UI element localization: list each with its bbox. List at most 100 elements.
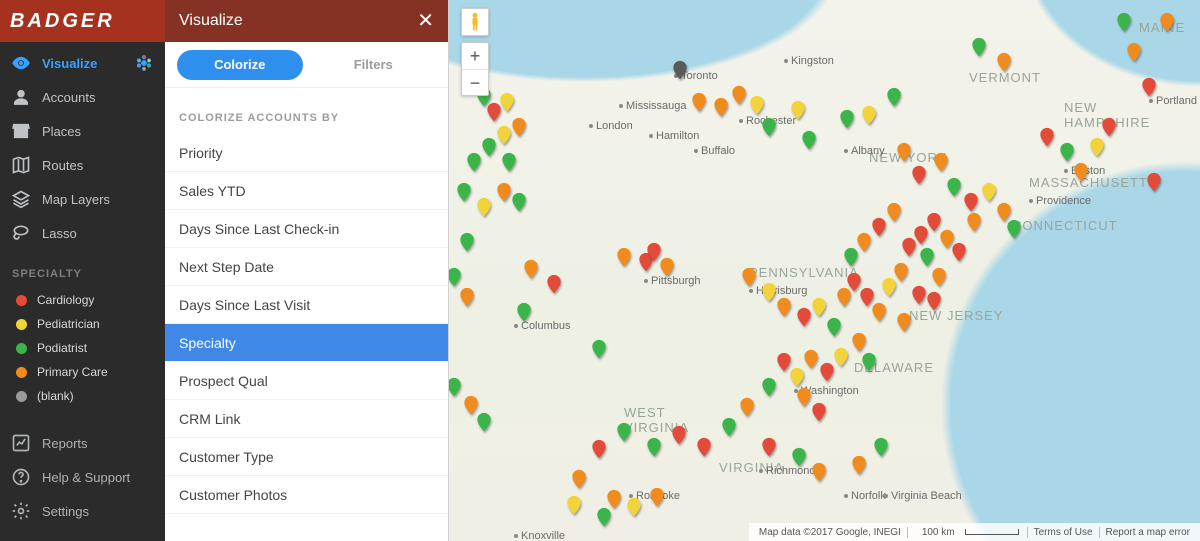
zoom-in-button[interactable]: + (462, 43, 488, 69)
legend-item[interactable]: Pediatrician (4, 312, 161, 336)
map-pin[interactable] (1037, 124, 1057, 150)
map-pin[interactable] (788, 97, 808, 123)
colorize-option[interactable]: Next Step Date (165, 248, 448, 286)
map-pin[interactable] (859, 349, 879, 375)
map-pin[interactable] (1157, 9, 1177, 35)
map-pin[interactable] (474, 194, 494, 220)
map-pin[interactable] (729, 82, 749, 108)
map-pin[interactable] (719, 414, 739, 440)
colorize-option[interactable]: Customer Type (165, 438, 448, 476)
map-pin[interactable] (774, 349, 794, 375)
map-pin[interactable] (759, 114, 779, 140)
map-pin[interactable] (799, 127, 819, 153)
map-pin[interactable] (499, 149, 519, 175)
map-pin[interactable] (1144, 169, 1164, 195)
map-pin[interactable] (931, 149, 951, 175)
nav-item-settings[interactable]: Settings (0, 494, 165, 528)
map-pin[interactable] (759, 434, 779, 460)
map-pin[interactable] (1124, 39, 1144, 65)
map-pin[interactable] (894, 309, 914, 335)
map-pin[interactable] (841, 244, 861, 270)
map-pin[interactable] (809, 459, 829, 485)
map-pin[interactable] (759, 374, 779, 400)
map-pin[interactable] (737, 394, 757, 420)
colorize-option[interactable]: Days Since Last Visit (165, 286, 448, 324)
streetview-pegman[interactable] (461, 8, 489, 36)
tab-filters[interactable]: Filters (311, 50, 437, 80)
map-pin[interactable] (871, 434, 891, 460)
map-pin[interactable] (824, 314, 844, 340)
map-pin[interactable] (614, 419, 634, 445)
map-pin[interactable] (1114, 9, 1134, 35)
colorize-option[interactable]: Customer Photos (165, 476, 448, 514)
nav-item-routes[interactable]: Routes (0, 148, 165, 182)
map-pin[interactable] (859, 102, 879, 128)
map-pin[interactable] (884, 84, 904, 110)
nav-item-lasso[interactable]: Lasso (0, 216, 165, 250)
map-pin[interactable] (454, 179, 474, 205)
map-pin[interactable] (509, 189, 529, 215)
nav-item-maplayers[interactable]: Map Layers (0, 182, 165, 216)
map-pin[interactable] (809, 399, 829, 425)
map-pin[interactable] (837, 106, 857, 132)
map-pin[interactable] (457, 229, 477, 255)
map-pin[interactable] (891, 259, 911, 285)
map-pin[interactable] (669, 422, 689, 448)
legend-item[interactable]: (blank) (4, 384, 161, 408)
map-pin[interactable] (457, 284, 477, 310)
terms-link[interactable]: Terms of Use (1027, 527, 1099, 538)
colorize-option[interactable]: Sales YTD (165, 172, 448, 210)
zoom-out-button[interactable]: − (462, 69, 488, 95)
map-pin[interactable] (569, 466, 589, 492)
report-error-link[interactable]: Report a map error (1099, 527, 1196, 538)
nav-item-help[interactable]: Help & Support (0, 460, 165, 494)
map-pin[interactable] (514, 299, 534, 325)
map-pin[interactable] (564, 492, 584, 518)
nav-item-reports[interactable]: Reports (0, 426, 165, 460)
map-pin[interactable] (1139, 74, 1159, 100)
map-pin[interactable] (589, 336, 609, 362)
map-pin[interactable] (589, 436, 609, 462)
map-pin[interactable] (521, 256, 541, 282)
map-pin[interactable] (1099, 114, 1119, 140)
map-pin[interactable] (464, 149, 484, 175)
map-pin[interactable] (924, 288, 944, 314)
map-pin[interactable] (474, 409, 494, 435)
map-pin[interactable] (647, 484, 667, 510)
map-pin[interactable] (711, 94, 731, 120)
map-pin[interactable] (994, 49, 1014, 75)
map-pin[interactable] (949, 239, 969, 265)
map-pin[interactable] (909, 162, 929, 188)
nav-item-places[interactable]: Places (0, 114, 165, 148)
map-pin[interactable] (544, 271, 564, 297)
colorize-option[interactable]: Days Since Last Check-in (165, 210, 448, 248)
map-pin[interactable] (869, 299, 889, 325)
nav-item-visualize[interactable]: Visualize (0, 46, 165, 80)
colorize-option[interactable]: Specialty (165, 324, 448, 362)
map-pin[interactable] (657, 254, 677, 280)
map-canvas[interactable]: + − NEW YORKPENNSYLVANIAMASSACHUSETTSCON… (449, 0, 1200, 541)
colorize-option[interactable]: CRM Link (165, 400, 448, 438)
map-pin[interactable] (789, 444, 809, 470)
map-pin[interactable] (739, 264, 759, 290)
map-pin[interactable] (497, 89, 517, 115)
tab-colorize[interactable]: Colorize (177, 50, 303, 80)
map-pin[interactable] (694, 434, 714, 460)
map-pin[interactable] (929, 264, 949, 290)
map-pin[interactable] (689, 89, 709, 115)
map-pin[interactable] (644, 434, 664, 460)
legend-item[interactable]: Cardiology (4, 288, 161, 312)
colorize-option[interactable]: Priority (165, 134, 448, 172)
map-pin[interactable] (969, 34, 989, 60)
colorize-option[interactable]: Prospect Qual (165, 362, 448, 400)
map-pin[interactable] (624, 494, 644, 520)
nav-item-accounts[interactable]: Accounts (0, 80, 165, 114)
map-pin[interactable] (594, 504, 614, 530)
legend-item[interactable]: Podiatrist (4, 336, 161, 360)
map-pin[interactable] (670, 57, 690, 83)
map-pin[interactable] (1071, 159, 1091, 185)
map-pin[interactable] (1004, 216, 1024, 242)
legend-item[interactable]: Primary Care (4, 360, 161, 384)
close-icon[interactable]: ✕ (417, 11, 434, 31)
map-pin[interactable] (964, 209, 984, 235)
